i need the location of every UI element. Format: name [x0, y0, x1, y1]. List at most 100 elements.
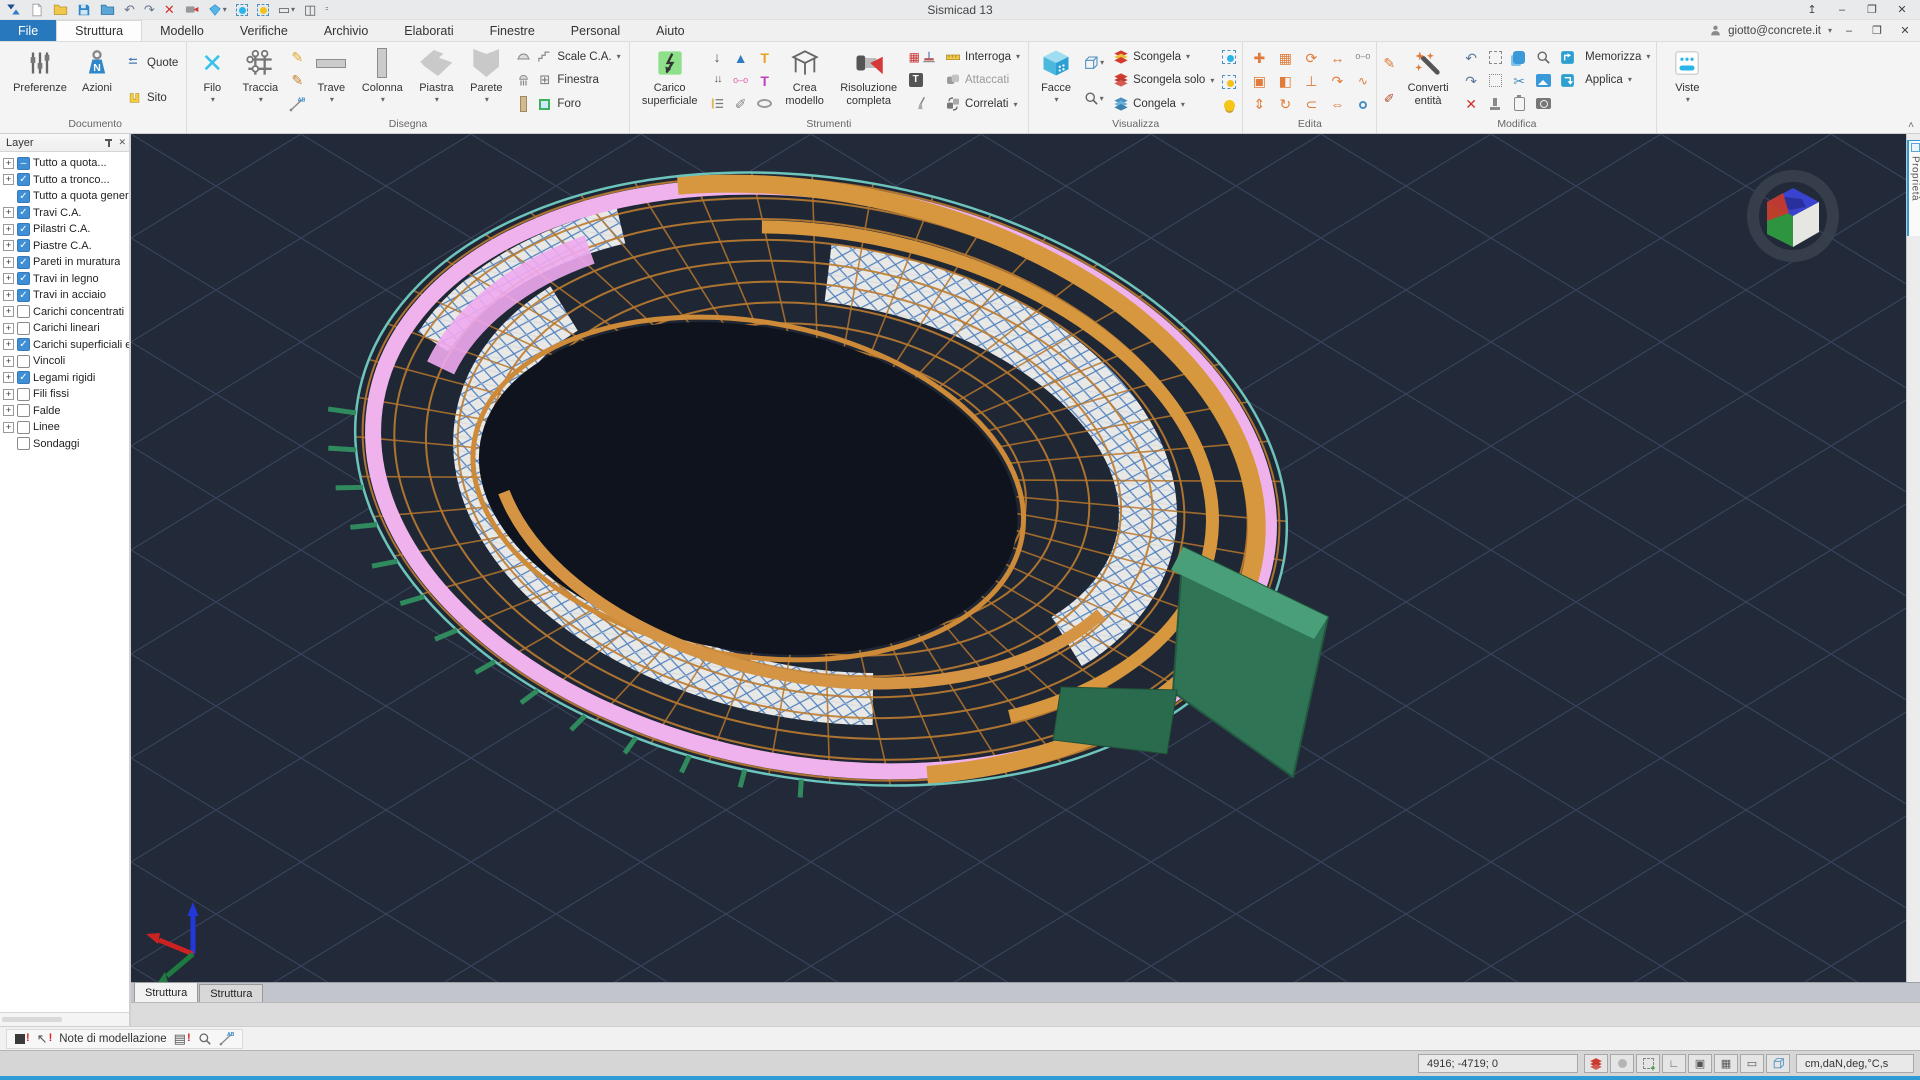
layer-item[interactable]: +✓Travi C.A.: [3, 205, 129, 222]
foro-button[interactable]: Foro: [557, 98, 581, 110]
scale-icon[interactable]: ⇕: [1247, 92, 1271, 115]
point-load-icon[interactable]: ↓: [710, 50, 725, 64]
flatten-icon[interactable]: ⊥: [1299, 69, 1323, 92]
undo-edit-icon[interactable]: ↶: [1459, 46, 1483, 69]
open-recent-button[interactable]: [100, 2, 115, 17]
find-icon[interactable]: [1531, 46, 1555, 69]
redo-edit-icon[interactable]: ↷: [1459, 69, 1483, 92]
brush-icon[interactable]: ✎: [1383, 56, 1395, 70]
layer-checkbox[interactable]: ✓: [17, 371, 30, 384]
tab-aiuto[interactable]: Aiuto: [638, 20, 703, 41]
layer-item[interactable]: +✓Pareti in muratura: [3, 254, 129, 271]
delete-button[interactable]: ✕: [164, 3, 175, 16]
open-folder-button[interactable]: [53, 2, 68, 17]
expander-icon[interactable]: +: [3, 224, 14, 235]
load-list-icon[interactable]: [710, 96, 725, 111]
layer-item[interactable]: +✓Legami rigidi: [3, 370, 129, 387]
select-rect-icon[interactable]: [1483, 46, 1507, 69]
dome-icon[interactable]: [515, 49, 532, 64]
layer-checkbox[interactable]: ✓: [17, 256, 30, 269]
tab-struttura[interactable]: Struttura: [56, 20, 142, 41]
expander-icon[interactable]: +: [3, 174, 14, 185]
undo-button[interactable]: ↶: [124, 3, 135, 16]
cut-icon[interactable]: ✂: [1507, 69, 1531, 92]
ortho-toggle[interactable]: ∟: [1662, 1054, 1686, 1073]
minimize-button[interactable]: –: [1828, 1, 1856, 19]
correlati-button[interactable]: Correlati▾: [942, 94, 1022, 115]
move-icon[interactable]: ✚: [1247, 46, 1271, 69]
tile-windows-button[interactable]: ◫: [304, 3, 316, 16]
maximize-button[interactable]: ❐: [1858, 1, 1886, 19]
expander-icon[interactable]: +: [3, 207, 14, 218]
highlight-thawed-icon[interactable]: [1222, 75, 1236, 89]
interroga-button[interactable]: Interroga▾: [942, 46, 1022, 67]
expander-icon[interactable]: +: [3, 257, 14, 268]
carico-superficiale-button[interactable]: Carico superficiale: [634, 44, 706, 117]
layer-checkbox[interactable]: ✓: [17, 338, 30, 351]
scongela-button[interactable]: Scongela▾: [1110, 46, 1216, 67]
layer-checkbox[interactable]: [17, 305, 30, 318]
layer-item[interactable]: Sondaggi: [3, 436, 129, 453]
layer-item[interactable]: +Carichi lineari: [3, 320, 129, 337]
rotate-icon[interactable]: ↻: [1273, 92, 1297, 115]
support-tee-icon[interactable]: T: [753, 46, 777, 69]
layer-checkbox[interactable]: [17, 322, 30, 335]
window-layout-button[interactable]: ▭▾: [278, 3, 295, 16]
finestra-button[interactable]: Finestra: [557, 74, 599, 86]
timber-column-icon[interactable]: [515, 96, 532, 112]
traccia-button[interactable]: Traccia▾: [235, 44, 285, 117]
select-dots-icon[interactable]: [1483, 69, 1507, 92]
expander-icon[interactable]: +: [3, 273, 14, 284]
layer-checkbox[interactable]: ✓: [17, 173, 30, 186]
crea-modello-button[interactable]: Crea modello: [779, 44, 831, 117]
layer-item[interactable]: +✓Carichi superficiali e fori: [3, 337, 129, 354]
trave-button[interactable]: Trave▾: [309, 44, 353, 117]
doc-tab-struttura-1[interactable]: Struttura: [134, 982, 198, 1002]
draw-pencil-icon[interactable]: ✎: [289, 50, 305, 64]
pin-panel-icon[interactable]: [104, 138, 113, 148]
layer-checkbox[interactable]: [17, 421, 30, 434]
expander-icon[interactable]: +: [3, 240, 14, 251]
mast-icon[interactable]: [922, 50, 936, 64]
expander-icon[interactable]: +: [3, 372, 14, 383]
tab-verifiche[interactable]: Verifiche: [222, 20, 306, 41]
line-load-icon[interactable]: ↓↓: [710, 74, 725, 85]
layer-checkbox[interactable]: ✓: [17, 190, 30, 203]
clipboard-icon[interactable]: [1507, 92, 1531, 115]
piastra-button[interactable]: Piastra▾: [411, 44, 461, 117]
render-button[interactable]: ▾: [208, 3, 227, 17]
layer-item[interactable]: +Linee: [3, 419, 129, 436]
layer-item[interactable]: +✓Pilastri C.A.: [3, 221, 129, 238]
stretch-icon[interactable]: ⇔: [1325, 92, 1349, 115]
presentation-button[interactable]: [184, 2, 199, 17]
doc-tab-struttura-2[interactable]: Struttura: [199, 984, 263, 1002]
redo-button[interactable]: ↷: [144, 3, 155, 16]
layer-item[interactable]: +✓Travi in legno: [3, 271, 129, 288]
expander-icon[interactable]: +: [3, 389, 14, 400]
post-tee-icon[interactable]: T: [753, 69, 777, 92]
knife-icon[interactable]: ✐: [729, 92, 753, 115]
parete-button[interactable]: Parete▾: [463, 44, 509, 117]
box3d-toggle[interactable]: [1766, 1054, 1790, 1073]
report-alert-icon[interactable]: ▤!: [174, 1032, 191, 1045]
arc-edit-icon[interactable]: ↷: [1325, 69, 1349, 92]
properties-panel-tab[interactable]: Proprietà: [1907, 140, 1920, 236]
layers-toggle[interactable]: [1584, 1054, 1608, 1073]
layer-item[interactable]: +✓Piastre C.A.: [3, 238, 129, 255]
layer-panel-hscrollbar[interactable]: [0, 1012, 129, 1026]
expander-icon[interactable]: +: [3, 323, 14, 334]
layer-item[interactable]: +✓Tutto a tronco...: [3, 172, 129, 189]
broom-icon[interactable]: [909, 96, 936, 111]
layer-checkbox[interactable]: –: [17, 157, 30, 170]
layer-item[interactable]: +Vincoli: [3, 353, 129, 370]
viste-button[interactable]: Viste▾: [1661, 44, 1713, 117]
doc-minimize-button[interactable]: –: [1838, 22, 1860, 40]
doc-restore-button[interactable]: ❐: [1866, 22, 1888, 40]
selection-add-toggle[interactable]: +: [1636, 1054, 1660, 1073]
grid-toggle[interactable]: ▦: [1714, 1054, 1738, 1073]
layer-checkbox[interactable]: [17, 437, 30, 450]
match-properties-icon[interactable]: ✐: [1383, 92, 1395, 105]
layer-checkbox[interactable]: ✓: [17, 239, 30, 252]
rigid-link-icon[interactable]: o–o: [729, 69, 753, 92]
layer-item[interactable]: ✓Tutto a quota generica e: [3, 188, 129, 205]
